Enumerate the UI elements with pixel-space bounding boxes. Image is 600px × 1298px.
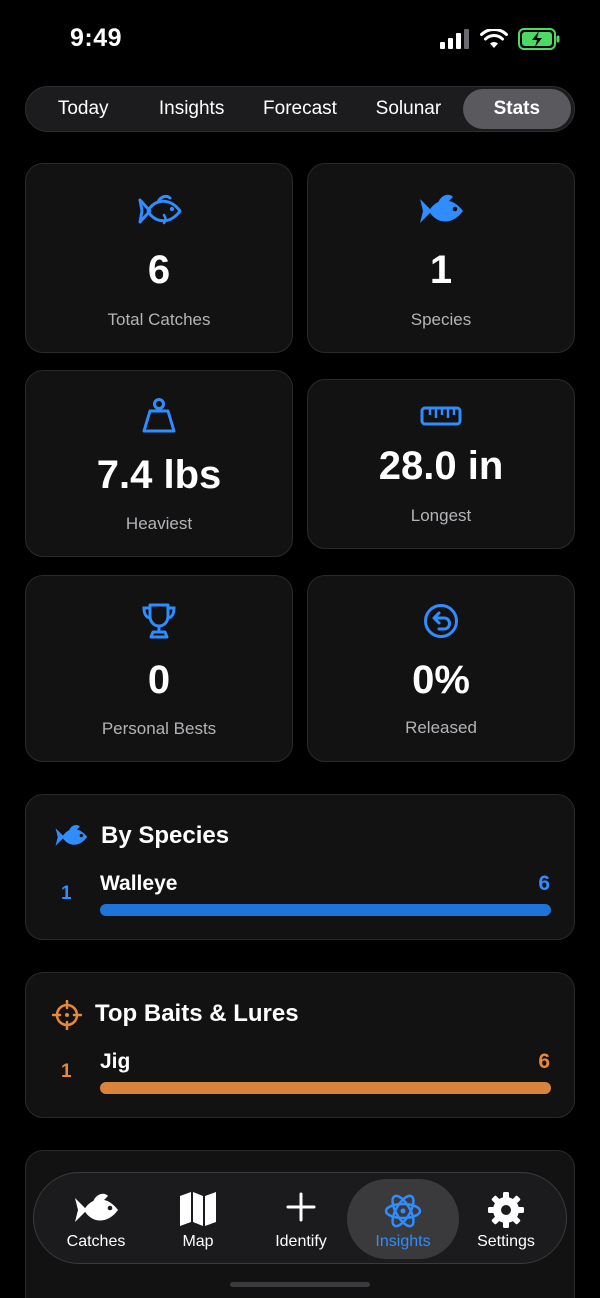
total-catches-label: Total Catches [107, 310, 211, 329]
ruler-icon [420, 406, 462, 426]
longest-card: 28.0 in Longest [307, 379, 575, 549]
bottom-nav: Catches Map Identify Insights Settings [33, 1172, 567, 1264]
fish-filled-icon [55, 825, 88, 846]
tab-stats[interactable]: Stats [462, 89, 572, 129]
nav-insights[interactable]: Insights [347, 1179, 459, 1259]
personal-bests-card: 0 Personal Bests [25, 575, 293, 762]
tab-solunar[interactable]: Solunar [354, 89, 462, 129]
species-card: 1 Species [307, 163, 575, 353]
gear-icon [488, 1192, 524, 1228]
nav-catches[interactable]: Catches [42, 1179, 150, 1259]
wifi-icon [480, 29, 508, 48]
battery-charging-icon [518, 28, 560, 50]
tab-insights[interactable]: Insights [137, 89, 245, 129]
species-count: 6 [538, 872, 550, 895]
heaviest-card: 7.4 lbs Heaviest [25, 370, 293, 557]
fish-filled-icon [420, 194, 463, 223]
status-bar: 9:49 [0, 0, 600, 80]
map-icon [180, 1192, 216, 1226]
heaviest-value: 7.4 lbs [96, 453, 222, 497]
crosshair-icon [52, 1000, 82, 1030]
nav-settings-label: Settings [477, 1233, 535, 1250]
personal-bests-label: Personal Bests [101, 719, 217, 738]
plus-icon [286, 1192, 316, 1222]
home-indicator [230, 1282, 370, 1287]
top-baits-title: Top Baits & Lures [95, 1000, 299, 1027]
status-icons [440, 28, 560, 50]
trophy-icon [142, 603, 176, 639]
total-catches-card: 6 Total Catches [25, 163, 293, 353]
weight-icon [142, 398, 176, 433]
nav-identify[interactable]: Identify [247, 1179, 355, 1259]
heaviest-label: Heaviest [125, 514, 193, 533]
nav-catches-label: Catches [66, 1233, 126, 1250]
status-time: 9:49 [70, 24, 123, 52]
personal-bests-value: 0 [147, 658, 171, 702]
species-label: Species [410, 310, 472, 329]
bait-bar-fill [100, 1082, 551, 1094]
atom-icon [384, 1194, 422, 1228]
top-baits-section: Top Baits & Lures 1 Jig 6 [25, 972, 575, 1118]
fish-icon [75, 1193, 118, 1222]
bait-name: Jig [100, 1050, 131, 1073]
by-species-title: By Species [101, 822, 230, 849]
release-arrow-icon [424, 604, 458, 638]
released-card: 0% Released [307, 575, 575, 762]
segmented-tabs: Today Insights Forecast Solunar Stats [25, 86, 575, 132]
tab-today[interactable]: Today [29, 89, 137, 129]
nav-identify-label: Identify [275, 1233, 327, 1250]
tab-forecast[interactable]: Forecast [246, 89, 354, 129]
bait-count: 6 [538, 1050, 550, 1073]
longest-label: Longest [410, 506, 472, 525]
longest-value: 28.0 in [378, 444, 504, 488]
cellular-signal-icon [440, 29, 469, 49]
nav-map[interactable]: Map [144, 1179, 252, 1259]
species-value: 1 [429, 248, 453, 292]
nav-insights-label: Insights [375, 1233, 431, 1250]
species-bar-fill [100, 904, 551, 916]
species-rank: 1 [61, 883, 72, 904]
bait-rank: 1 [61, 1061, 72, 1082]
by-species-section: By Species 1 Walleye 6 [25, 794, 575, 940]
species-name: Walleye [100, 872, 178, 895]
nav-settings[interactable]: Settings [452, 1179, 560, 1259]
nav-map-label: Map [182, 1233, 214, 1250]
total-catches-value: 6 [147, 248, 171, 292]
released-label: Released [405, 718, 477, 737]
released-value: 0% [412, 658, 470, 702]
fish-outline-icon [138, 194, 182, 225]
